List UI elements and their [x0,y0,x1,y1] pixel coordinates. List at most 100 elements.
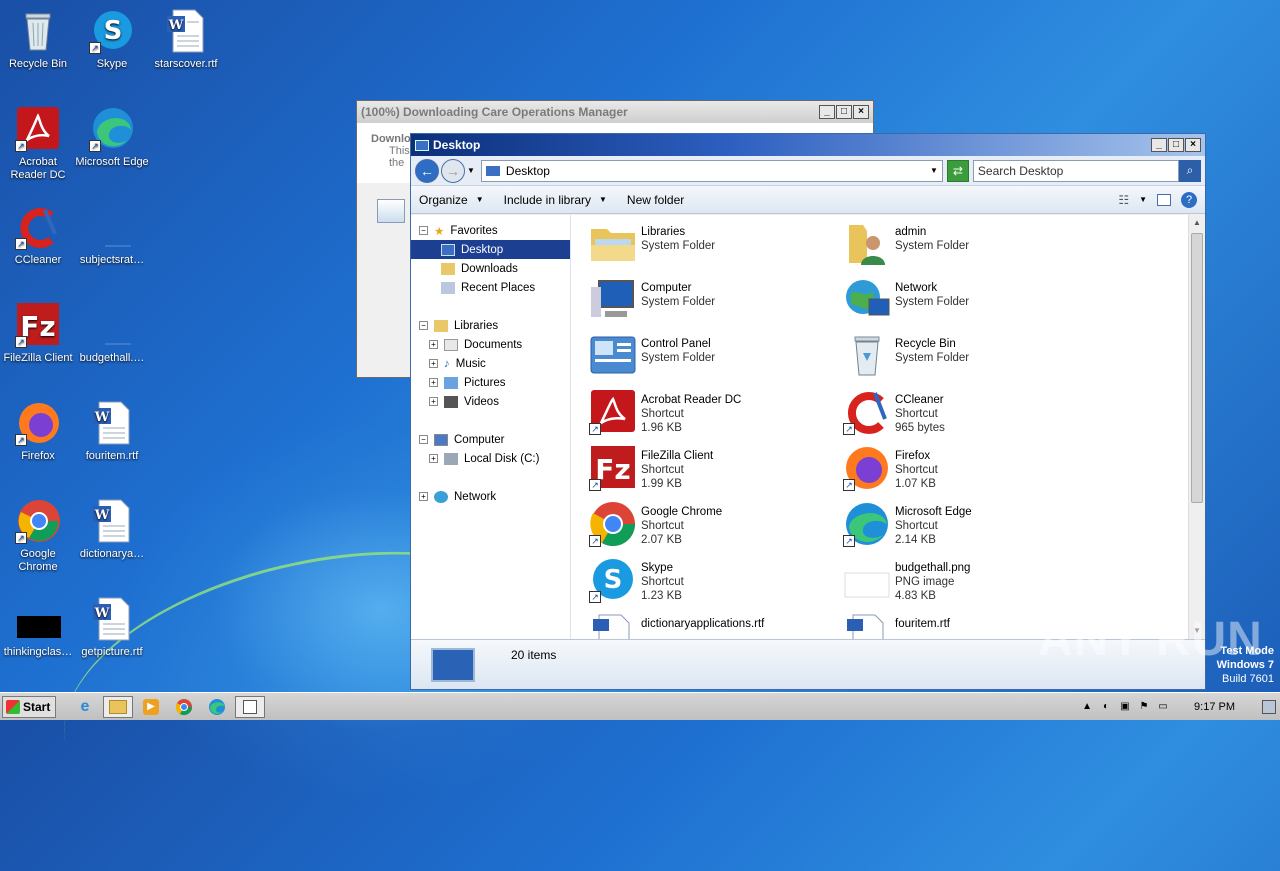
desktop-icon-skype[interactable]: S ↗ Skype [74,8,150,71]
file-item-edge[interactable]: ↗ Microsoft Edge Shortcut 2.14 KB [843,501,1097,549]
taskbar-chrome[interactable] [169,696,199,718]
file-item-control-panel[interactable]: Control Panel System Folder [589,333,843,381]
collapse-icon[interactable]: − [419,321,428,330]
recent-pages-chevron-icon[interactable]: ▼ [467,166,475,175]
file-item-ccleaner[interactable]: ↗ CCleaner Shortcut 965 bytes [843,389,1097,437]
expand-icon[interactable]: + [429,340,438,349]
taskbar-installer[interactable] [235,695,265,718]
vertical-scrollbar[interactable]: ▲ ▼ [1188,215,1205,639]
network-tray-icon[interactable]: ▣ [1119,701,1131,713]
nav-item-recent-places[interactable]: Recent Places [411,278,570,297]
power-icon[interactable]: ▭ [1157,701,1169,713]
icon-label: starscover.rtf [154,58,218,70]
file-item-filezilla[interactable]: Fz ↗ FileZilla Client Shortcut 1.99 KB [589,445,843,493]
explorer-titlebar[interactable]: Desktop _ □ × [411,134,1205,156]
nav-item-music[interactable]: + ♪ Music [411,354,570,373]
taskbar-edge[interactable] [202,696,232,718]
action-center-icon[interactable]: ⚑ [1138,701,1150,713]
expand-icon[interactable]: + [429,359,438,368]
desktop-icon-filezilla[interactable]: Fz ↗ FileZilla Client [0,302,76,365]
taskbar-ie[interactable]: e [70,696,100,718]
nav-item-local-disk[interactable]: + Local Disk (C:) [411,449,570,468]
nav-label: Computer [454,433,505,446]
explorer-window[interactable]: Desktop _ □ × ← → ▼ Desktop ▼ ⇄ Search D… [410,133,1206,690]
desktop-icon-starscover[interactable]: W starscover.rtf [148,8,224,71]
word-document-icon: W [89,596,135,642]
taskbar-explorer[interactable] [103,695,133,718]
desktop-icon-recycle-bin[interactable]: Recycle Bin [0,8,76,71]
include-in-library-button[interactable]: Include in library ▼ [504,193,607,207]
maximize-button[interactable]: □ [1168,138,1184,152]
file-item-recycle-bin[interactable]: Recycle Bin System Folder [843,333,1097,381]
scrollbar-thumb[interactable] [1191,233,1203,503]
expand-icon[interactable]: + [429,397,438,406]
search-icon[interactable]: ⌕ [1179,159,1201,182]
taskbar-media-player[interactable]: ▶ [136,696,166,718]
help-icon[interactable]: ? [1181,191,1197,208]
back-arrow-icon[interactable]: ← [415,158,439,183]
file-item-admin[interactable]: admin System Folder [843,221,1097,269]
clock[interactable]: 9:17 PM [1194,701,1235,713]
start-button[interactable]: Start [2,695,56,718]
desktop-icon-edge[interactable]: ↗ Microsoft Edge [74,106,150,169]
installer-icon [377,199,405,223]
close-button[interactable]: × [1185,138,1201,152]
address-field[interactable]: Desktop ▼ [480,159,943,182]
navigation-pane[interactable]: − ★ Favorites Desktop Downloads Recent P… [411,215,571,639]
view-options-icon[interactable]: ☷ [1118,193,1129,207]
desktop-icon-ccleaner[interactable]: ↗ CCleaner [0,204,76,267]
desktop-icon-subjectsrat[interactable]: subjectsrat… [74,204,150,267]
show-desktop-icon[interactable] [1262,699,1276,714]
desktop-icon-acrobat[interactable]: ↗ Acrobat Reader DC [0,106,76,182]
file-list[interactable]: Libraries System Folder admin System Folde… [571,215,1205,639]
nav-item-videos[interactable]: + Videos [411,392,570,411]
nav-item-favorites[interactable]: − ★ Favorites [411,221,570,240]
show-hidden-icons-icon[interactable]: ▲ [1081,701,1093,713]
nav-item-libraries[interactable]: − Libraries [411,316,570,335]
new-folder-button[interactable]: New folder [627,193,684,207]
recent-places-icon [441,281,455,294]
file-item-acrobat[interactable]: ↗ Acrobat Reader DC Shortcut 1.96 KB [589,389,843,437]
download-window-titlebar[interactable]: (100%) Downloading Care Operations Manag… [357,101,873,123]
address-dropdown-chevron-icon[interactable]: ▼ [930,166,938,175]
file-item-computer[interactable]: Computer System Folder [589,277,843,325]
nav-item-pictures[interactable]: + Pictures [411,373,570,392]
file-item-chrome[interactable]: ↗ Google Chrome Shortcut 2.07 KB [589,501,843,549]
expand-icon[interactable]: + [429,454,438,463]
file-item-budgethall[interactable]: budgethall.png PNG image 4.83 KB [843,557,1097,605]
expand-icon[interactable]: + [429,378,438,387]
file-item-dictionaryapplications[interactable]: dictionaryapplications.rtf [589,613,843,639]
volume-icon[interactable]: ◐ [1100,701,1112,713]
desktop-icon-fouritem[interactable]: W fouritem.rtf [74,400,150,463]
nav-item-desktop[interactable]: Desktop [411,240,570,259]
preview-pane-icon[interactable] [1157,193,1171,206]
refresh-icon[interactable]: ⇄ [946,159,969,182]
close-button[interactable]: × [853,105,869,119]
desktop-icon-dictionarya[interactable]: W dictionarya… [74,498,150,561]
file-item-network[interactable]: Network System Folder [843,277,1097,325]
nav-item-network[interactable]: + Network [411,487,570,506]
file-item-skype[interactable]: S ↗ Skype Shortcut 1.23 KB [589,557,843,605]
forward-arrow-icon[interactable]: → [441,158,465,183]
nav-item-downloads[interactable]: Downloads [411,259,570,278]
file-item-libraries[interactable]: Libraries System Folder [589,221,843,269]
maximize-button[interactable]: □ [836,105,852,119]
view-chevron-icon[interactable]: ▼ [1139,195,1147,204]
scroll-up-icon[interactable]: ▲ [1189,215,1205,231]
file-item-firefox[interactable]: ↗ Firefox Shortcut 1.07 KB [843,445,1097,493]
desktop-icon-thinkingclas[interactable]: thinkingclas… [0,596,76,659]
icon-label: getpicture.rtf [81,646,143,658]
organize-button[interactable]: Organize ▼ [419,193,484,207]
nav-item-documents[interactable]: + Documents [411,335,570,354]
minimize-button[interactable]: _ [819,105,835,119]
minimize-button[interactable]: _ [1151,138,1167,152]
desktop-icon-chrome[interactable]: ↗ Google Chrome [0,498,76,574]
search-input[interactable]: Search Desktop [972,159,1179,182]
collapse-icon[interactable]: − [419,435,428,444]
expand-icon[interactable]: + [419,492,428,501]
collapse-icon[interactable]: − [419,226,428,235]
nav-item-computer[interactable]: − Computer [411,430,570,449]
desktop-icon-budgethall[interactable]: budgethall.… [74,302,150,365]
desktop-icon-getpicture[interactable]: W getpicture.rtf [74,596,150,659]
desktop-icon-firefox[interactable]: ↗ Firefox [0,400,76,463]
